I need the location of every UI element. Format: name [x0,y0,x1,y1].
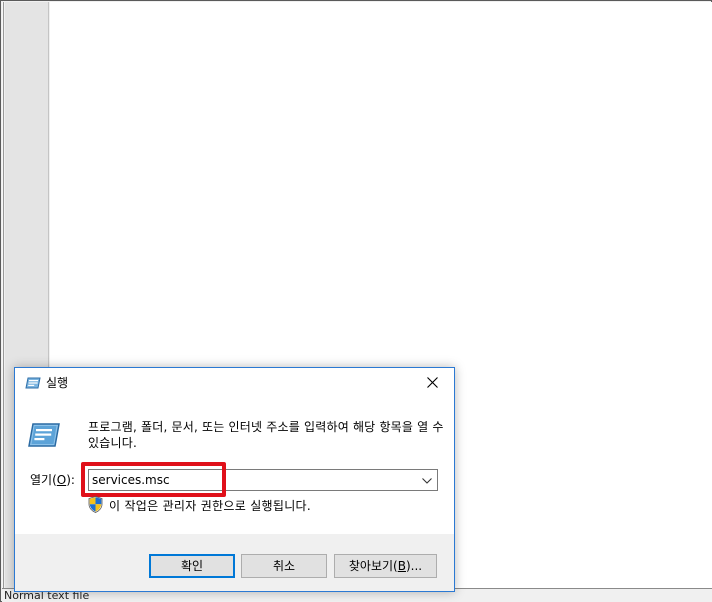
dialog-footer: 확인 취소 찾아보기(B)... [15,534,454,591]
admin-note-text: 이 작업은 관리자 권한으로 실행됩니다. [109,499,312,513]
uac-shield-icon [88,495,103,517]
ok-button[interactable]: 확인 [149,554,235,578]
dialog-titlebar[interactable]: 실행 [15,368,454,399]
run-dialog: 실행 프로그램, 폴더, 문서, 또는 인터넷 주소를 입력하여 해당 항목을 … [14,367,455,592]
run-icon [25,377,41,389]
dialog-title: 실행 [46,376,69,390]
admin-note: 이 작업은 관리자 권한으로 실행됩니다. [88,495,312,517]
left-gutter [2,2,4,588]
run-icon [27,422,61,448]
cancel-button[interactable]: 취소 [241,554,327,578]
open-label: 열기(O): [30,473,75,487]
dialog-description: 프로그램, 폴더, 문서, 또는 인터넷 주소를 입력하여 해당 항목을 열 수… [88,420,444,450]
dropdown-button[interactable] [417,470,437,490]
chevron-down-icon [422,473,432,487]
open-input[interactable] [89,470,414,490]
browse-button[interactable]: 찾아보기(B)... [334,554,437,578]
open-combobox[interactable] [88,469,438,491]
close-icon [426,376,438,391]
close-button[interactable] [410,368,454,399]
